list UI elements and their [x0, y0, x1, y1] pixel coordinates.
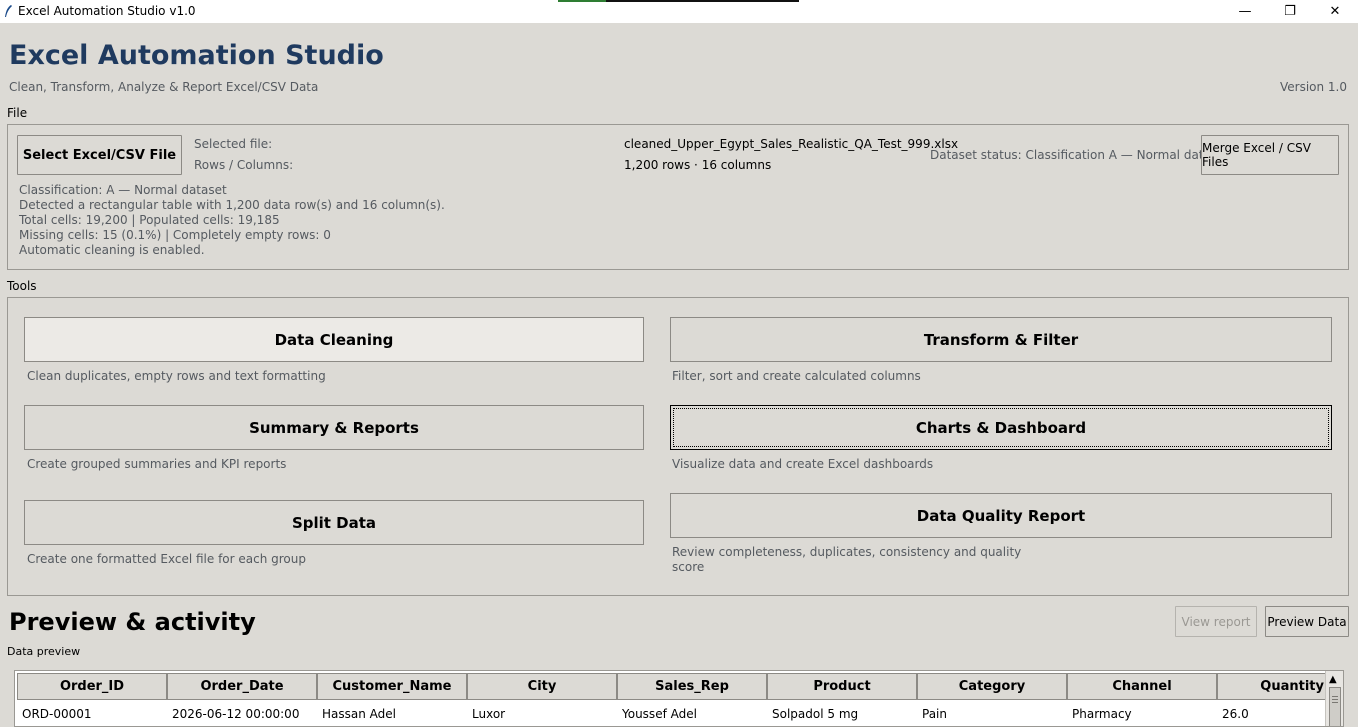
selected-file-value: cleaned_Upper_Egypt_Sales_Realistic_QA_T…: [624, 137, 959, 151]
classification-line: Automatic cleaning is enabled.: [19, 243, 205, 257]
table-cell: Pharmacy: [1072, 707, 1132, 721]
data-quality-report-button[interactable]: Data Quality Report: [670, 493, 1332, 538]
preview-title: Preview & activity: [9, 608, 256, 636]
classification-line: Classification: A — Normal dataset: [19, 183, 227, 197]
column-header[interactable]: Quantity: [1217, 673, 1335, 700]
charts-dashboard-button[interactable]: Charts & Dashboard: [670, 405, 1332, 450]
data-cleaning-button[interactable]: Data Cleaning: [24, 317, 644, 362]
select-file-button[interactable]: Select Excel/CSV File: [17, 135, 182, 175]
data-preview-label: Data preview: [7, 645, 81, 658]
table-cell: ORD-00001: [22, 707, 92, 721]
window-title: Excel Automation Studio v1.0: [18, 4, 196, 18]
table-cell: Youssef Adel: [622, 707, 697, 721]
table-cell: Pain: [922, 707, 947, 721]
summary-reports-description: Create grouped summaries and KPI reports: [27, 457, 287, 471]
column-header[interactable]: City: [467, 673, 617, 700]
selected-file-label: Selected file:: [194, 137, 273, 151]
data-quality-report-description: Review completeness, duplicates, consist…: [672, 545, 1021, 575]
preview-data-button[interactable]: Preview Data: [1265, 606, 1349, 637]
column-header[interactable]: Product: [767, 673, 917, 700]
view-report-button[interactable]: View report: [1175, 606, 1257, 637]
table-cell: 26.0: [1222, 707, 1249, 721]
scroll-up-arrow-icon[interactable]: ▲: [1329, 674, 1337, 685]
charts-dashboard-description: Visualize data and create Excel dashboar…: [672, 457, 934, 471]
window-titlebar: Excel Automation Studio v1.0 — ❐ ✕: [0, 0, 1358, 23]
table-row[interactable]: ORD-00001 2026-06-12 00:00:00 Hassan Ade…: [17, 703, 1335, 725]
transform-filter-description: Filter, sort and create calculated colum…: [672, 369, 921, 383]
table-cell: Hassan Adel: [322, 707, 396, 721]
table-cell: 2026-06-12 00:00:00: [172, 707, 300, 721]
split-data-description: Create one formatted Excel file for each…: [27, 552, 306, 566]
table-header: Order_ID Order_Date Customer_Name City S…: [17, 673, 1335, 700]
summary-reports-button[interactable]: Summary & Reports: [24, 405, 644, 450]
feather-icon: [5, 5, 12, 17]
top-progress-strip: [558, 0, 799, 2]
rows-columns-label: Rows / Columns:: [194, 158, 294, 172]
version-label: Version 1.0: [1279, 80, 1347, 94]
table-cell: Solpadol 5 mg: [772, 707, 859, 721]
column-header[interactable]: Category: [917, 673, 1067, 700]
column-header[interactable]: Channel: [1067, 673, 1217, 700]
column-header[interactable]: Sales_Rep: [617, 673, 767, 700]
data-cleaning-description: Clean duplicates, empty rows and text fo…: [27, 369, 326, 383]
vertical-scrollbar[interactable]: ▲: [1325, 671, 1343, 726]
merge-files-button[interactable]: Merge Excel / CSV Files: [1201, 135, 1339, 175]
app-subtitle: Clean, Transform, Analyze & Report Excel…: [9, 80, 319, 94]
dataset-status: Dataset status: Classification A — Norma…: [930, 148, 1230, 162]
data-preview-table: Order_ID Order_Date Customer_Name City S…: [14, 670, 1344, 727]
tools-section-label: Tools: [7, 279, 37, 293]
rows-columns-value: 1,200 rows · 16 columns: [624, 158, 772, 172]
minimize-icon[interactable]: —: [1222, 0, 1268, 23]
split-data-button[interactable]: Split Data: [24, 500, 644, 545]
transform-filter-button[interactable]: Transform & Filter: [670, 317, 1332, 362]
column-header[interactable]: Order_ID: [17, 673, 167, 700]
classification-line: Total cells: 19,200 | Populated cells: 1…: [19, 213, 280, 227]
column-header[interactable]: Customer_Name: [317, 673, 467, 700]
column-header[interactable]: Order_Date: [167, 673, 317, 700]
classification-line: Missing cells: 15 (0.1%) | Completely em…: [19, 228, 331, 242]
classification-line: Detected a rectangular table with 1,200 …: [19, 198, 445, 212]
description-line: Review completeness, duplicates, consist…: [672, 545, 1022, 559]
description-line: score: [672, 560, 705, 574]
scrollbar-thumb[interactable]: [1329, 687, 1341, 726]
file-section-label: File: [7, 106, 28, 120]
table-cell: Luxor: [472, 707, 506, 721]
close-icon[interactable]: ✕: [1312, 0, 1358, 23]
app-title: Excel Automation Studio: [9, 40, 384, 71]
classification-summary: Classification: A — Normal dataset Detec…: [19, 183, 445, 258]
restore-icon[interactable]: ❐: [1267, 0, 1313, 23]
